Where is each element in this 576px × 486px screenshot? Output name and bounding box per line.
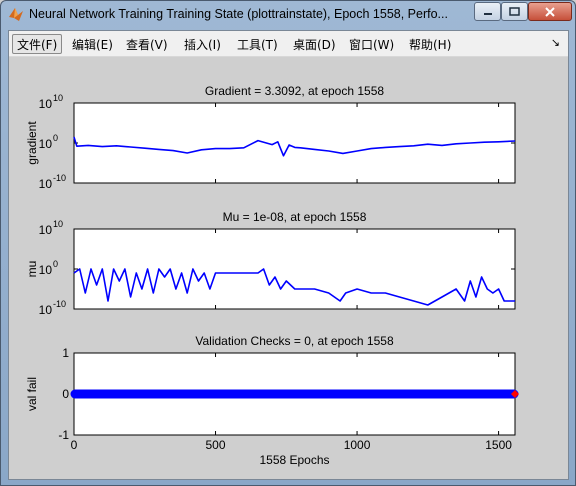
y-tick-label: 0: [62, 387, 69, 401]
matlab-logo-icon: [9, 8, 23, 21]
menu-edit[interactable]: 编辑(E): [67, 34, 118, 54]
chart-title: Validation Checks = 0, at epoch 1558: [195, 334, 394, 348]
figure-client-area: 文件(F) 编辑(E) 查看(V) 插入(I) 工具(T) 桌面(D) 窗口(W…: [8, 30, 569, 480]
menu-bar: 文件(F) 编辑(E) 查看(V) 插入(I) 工具(T) 桌面(D) 窗口(W…: [9, 31, 568, 57]
y-axis-label: gradient: [25, 121, 39, 165]
figure-window: Neural Network Training Training State (…: [0, 0, 576, 486]
x-tick-label: 1500: [485, 438, 512, 452]
y-tick-label: 10: [39, 263, 53, 277]
minimize-button[interactable]: [474, 2, 501, 21]
menu-insert[interactable]: 插入(I): [179, 34, 226, 54]
y-tick-label: 10: [39, 177, 53, 191]
menu-file[interactable]: 文件(F): [12, 34, 63, 54]
minimize-icon: [483, 12, 492, 15]
close-button[interactable]: [528, 2, 572, 21]
maximize-button[interactable]: [501, 2, 528, 21]
y-tick-exponent: 0: [53, 259, 58, 269]
x-tick-label: 0: [71, 438, 78, 452]
chart-title: Mu = 1e-08, at epoch 1558: [223, 210, 367, 224]
y-tick-exponent: 10: [53, 93, 63, 103]
menu-help[interactable]: 帮助(H): [404, 34, 456, 54]
title-bar[interactable]: Neural Network Training Training State (…: [1, 1, 575, 27]
y-tick-label: 1: [62, 346, 69, 360]
y-tick-label: 10: [39, 223, 53, 237]
x-axis-label: 1558 Epochs: [259, 453, 329, 467]
y-axis-label: mu: [25, 261, 39, 278]
axes-2: [73, 228, 516, 310]
plots-area: Gradient = 3.3092, at epoch 1558 gradient…: [9, 57, 568, 481]
training-state-plots: Gradient = 3.3092, at epoch 1558 gradient…: [25, 84, 519, 467]
y-tick-exponent: -10: [53, 299, 66, 309]
maximize-icon: [509, 7, 520, 16]
dock-arrow-icon[interactable]: ↘: [551, 36, 560, 49]
axes-1: [73, 102, 516, 184]
y-tick-label: 10: [39, 97, 53, 111]
y-axis-label: val fail: [25, 377, 39, 411]
y-tick-label: 10: [39, 137, 53, 151]
y-tick-label: 10: [39, 303, 53, 317]
y-tick-exponent: 10: [53, 219, 63, 229]
menu-view[interactable]: 查看(V): [121, 34, 173, 54]
menu-window[interactable]: 窗口(W): [344, 34, 399, 54]
window-title: Neural Network Training Training State (…: [29, 7, 448, 21]
x-tick-label: 500: [206, 438, 226, 452]
menu-desktop[interactable]: 桌面(D): [288, 34, 341, 54]
close-icon: [545, 6, 555, 17]
chart-title: Gradient = 3.3092, at epoch 1558: [205, 84, 384, 98]
x-tick-label: 1000: [344, 438, 371, 452]
y-tick-exponent: -10: [53, 173, 66, 183]
menu-tools[interactable]: 工具(T): [232, 34, 283, 54]
y-tick-exponent: 0: [53, 133, 58, 143]
y-tick-label: -1: [58, 428, 69, 442]
